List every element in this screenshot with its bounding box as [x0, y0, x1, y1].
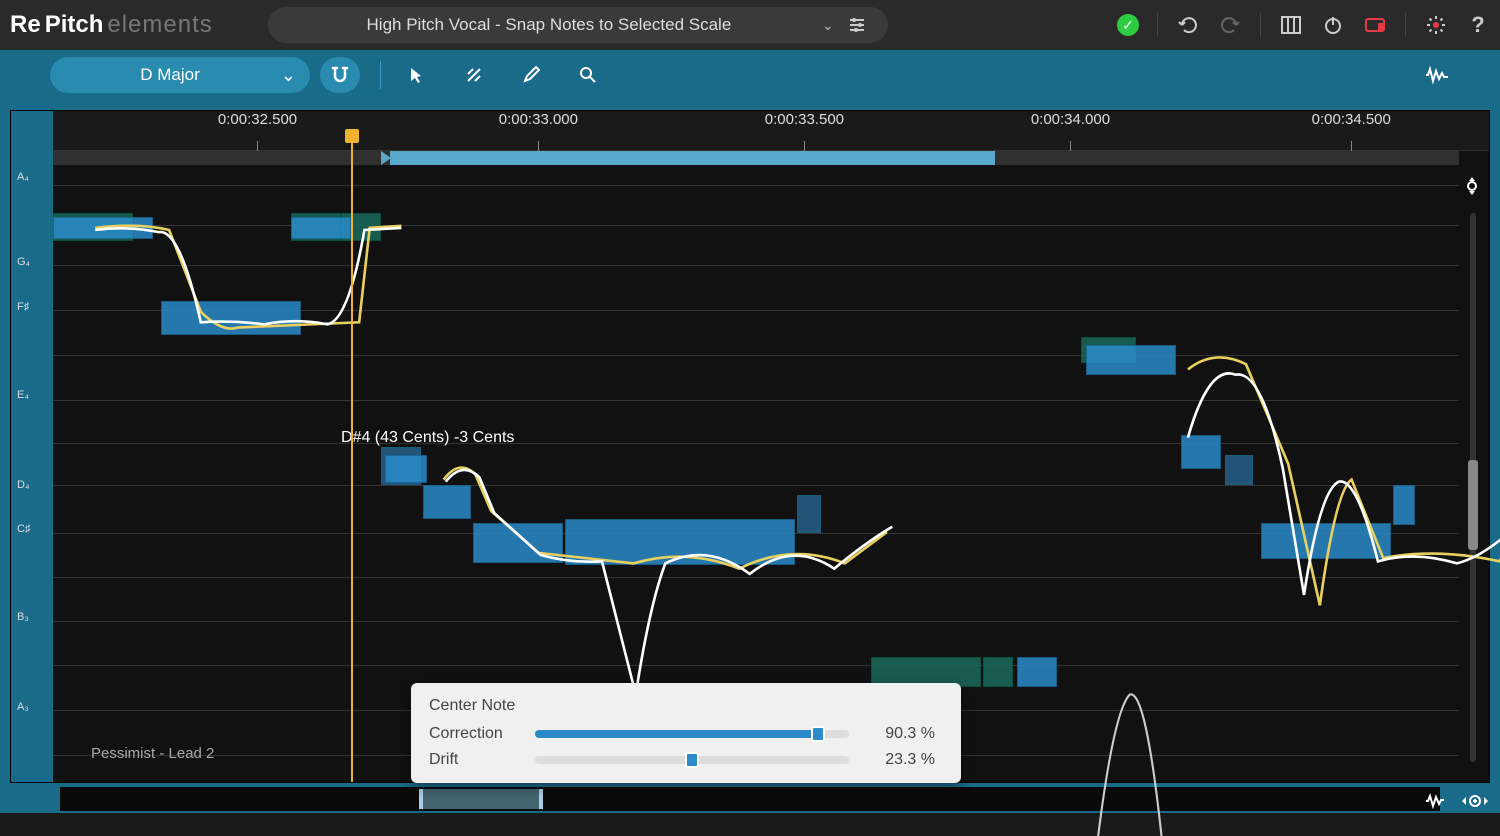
logo-pitch: Pitch — [45, 11, 104, 39]
note-block[interactable] — [1086, 345, 1176, 375]
logo-elements: elements — [107, 11, 212, 39]
time-tick-label: 0:00:33.500 — [765, 111, 844, 128]
power-icon[interactable] — [1321, 13, 1345, 37]
editor-toolbar: D Major — [0, 50, 1500, 100]
app-logo: RePitch elements — [10, 11, 213, 39]
note-label: B₃ — [17, 611, 29, 623]
note-block[interactable] — [1261, 523, 1391, 559]
popup-value: 90.3 % — [865, 725, 935, 743]
note-block[interactable] — [161, 301, 301, 335]
note-block[interactable] — [797, 495, 821, 533]
note-label: A₄ — [17, 171, 29, 183]
help-icon[interactable]: ? — [1466, 13, 1490, 37]
settings-gear-icon[interactable] — [1424, 13, 1448, 37]
time-ruler[interactable]: 0:00:32.500 0:00:33.000 0:00:33.500 0:00… — [11, 111, 1489, 151]
track-name-label: Pessimist - Lead 2 — [91, 745, 214, 762]
note-block[interactable] — [53, 217, 153, 239]
note-label: A₃ — [17, 701, 29, 713]
popup-row-correction: Correction 90.3 % — [429, 725, 935, 743]
vertical-scrollbar[interactable] — [1470, 213, 1476, 762]
divider — [1405, 13, 1406, 37]
header-bar: RePitch elements High Pitch Vocal - Snap… — [0, 0, 1500, 50]
draw-tool-icon[interactable] — [515, 59, 547, 91]
arrow-tool-icon[interactable] — [401, 59, 433, 91]
popup-label: Correction — [429, 725, 519, 743]
note-block[interactable] — [1017, 657, 1057, 687]
note-block[interactable] — [983, 657, 1013, 687]
status-ok-icon[interactable]: ✓ — [1117, 14, 1139, 36]
zoom-horizontal-icon[interactable] — [1460, 793, 1490, 809]
header-right: ✓ ? — [1117, 13, 1490, 37]
pitch-editor[interactable]: 0:00:32.500 0:00:33.000 0:00:33.500 0:00… — [10, 110, 1490, 783]
key-scale-label: D Major — [140, 65, 200, 85]
note-block[interactable] — [473, 523, 563, 563]
preset-settings-icon[interactable] — [842, 10, 872, 40]
center-note-panel[interactable]: Center Note Correction 90.3 % Drift 23.3… — [411, 683, 961, 783]
split-tool-icon[interactable] — [458, 59, 490, 91]
time-tick-label: 0:00:34.000 — [1031, 111, 1110, 128]
note-label: C♯ — [17, 523, 30, 535]
lock-icon[interactable] — [1363, 13, 1387, 37]
main-area: D Major 0:00:32.500 0:00:33.000 0:00:33.… — [0, 50, 1500, 813]
drift-slider[interactable] — [535, 756, 849, 764]
bottom-right-controls — [1424, 793, 1490, 809]
key-scale-selector[interactable]: D Major — [50, 57, 310, 93]
chevron-down-icon: ⌄ — [822, 17, 834, 34]
preset-selector[interactable]: High Pitch Vocal - Snap Notes to Selecte… — [268, 7, 888, 43]
note-block[interactable] — [385, 455, 427, 483]
minimap[interactable] — [60, 787, 1440, 811]
correction-slider[interactable] — [535, 730, 849, 738]
note-block[interactable] — [1225, 455, 1253, 485]
playhead-flag-icon[interactable] — [345, 129, 359, 143]
divider — [1260, 13, 1261, 37]
popup-row-drift: Drift 23.3 % — [429, 751, 935, 769]
loop-region[interactable] — [390, 151, 995, 165]
note-label-column: A₄ G₄ F♯ E₄ D₄ C♯ B₃ A₃ — [11, 111, 53, 782]
note-block[interactable] — [423, 485, 471, 519]
divider — [380, 61, 381, 89]
note-label: E₄ — [17, 389, 29, 401]
divider — [1157, 13, 1158, 37]
waveform-toggle-icon[interactable] — [1424, 65, 1450, 85]
logo-re: Re — [10, 11, 41, 39]
right-zoom-controls — [1461, 175, 1485, 772]
undo-icon[interactable] — [1176, 13, 1200, 37]
time-tick-label: 0:00:34.500 — [1312, 111, 1391, 128]
popup-title: Center Note — [429, 697, 935, 715]
redo-icon[interactable] — [1218, 13, 1242, 37]
note-label: F♯ — [17, 301, 29, 313]
note-block[interactable] — [1393, 485, 1415, 525]
note-label: G₄ — [17, 256, 30, 268]
playhead[interactable] — [351, 141, 353, 782]
popup-value: 23.3 % — [865, 751, 935, 769]
note-block[interactable] — [291, 217, 351, 239]
preset-name: High Pitch Vocal - Snap Notes to Selecte… — [284, 15, 814, 35]
note-block[interactable] — [565, 519, 795, 565]
waveform-mini-icon[interactable] — [1424, 793, 1446, 809]
zoom-tool-icon[interactable] — [572, 59, 604, 91]
loop-region-bar[interactable] — [53, 151, 1459, 165]
snap-button[interactable] — [320, 57, 360, 93]
zoom-vertical-icon[interactable] — [1463, 175, 1483, 195]
view-columns-icon[interactable] — [1279, 13, 1303, 37]
time-tick-label: 0:00:32.500 — [218, 111, 297, 128]
popup-label: Drift — [429, 751, 519, 769]
note-info-label: D#4 (43 Cents) -3 Cents — [341, 429, 514, 447]
note-label: D₄ — [17, 479, 29, 491]
minimap-viewport[interactable] — [419, 789, 543, 809]
note-block[interactable] — [1181, 435, 1221, 469]
time-tick-label: 0:00:33.000 — [499, 111, 578, 128]
